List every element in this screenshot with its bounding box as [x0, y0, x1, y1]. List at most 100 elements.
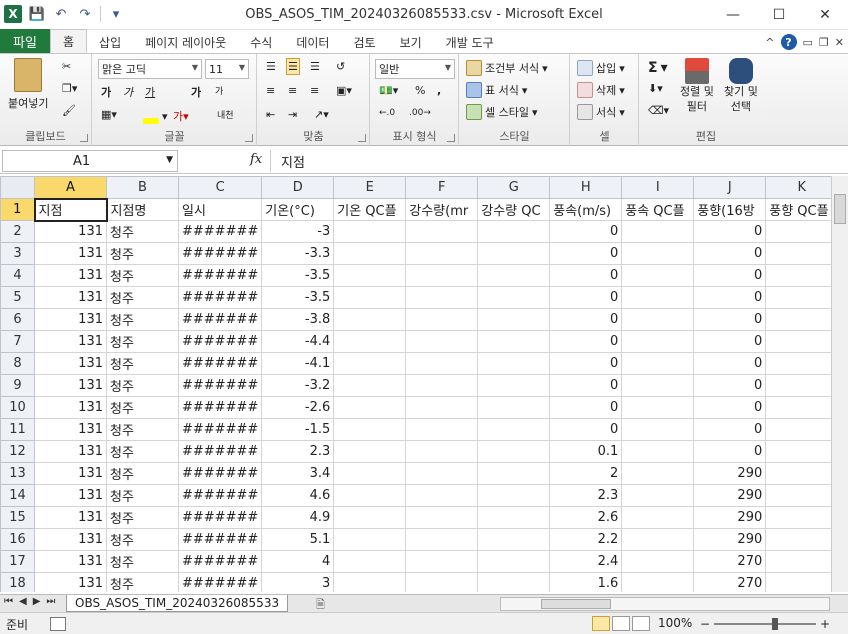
- border-icon[interactable]: ▦▾: [101, 108, 117, 121]
- format-cells-button[interactable]: 서식 ▾: [577, 104, 625, 120]
- cell[interactable]: #######: [177, 484, 263, 507]
- cell[interactable]: [405, 572, 479, 592]
- row-header[interactable]: 12: [0, 440, 35, 463]
- column-header[interactable]: J: [693, 176, 767, 199]
- currency-icon[interactable]: 💵▾: [379, 84, 398, 97]
- cell[interactable]: 131: [34, 264, 107, 287]
- cell[interactable]: [405, 330, 479, 353]
- number-format-select[interactable]: 일반 ▼: [375, 59, 455, 79]
- chevron-down-icon[interactable]: ▼: [166, 155, 173, 165]
- cell[interactable]: [621, 484, 695, 507]
- cell[interactable]: #######: [177, 242, 263, 265]
- column-header[interactable]: G: [477, 176, 551, 199]
- italic-button[interactable]: 가: [123, 84, 133, 100]
- number-launcher-icon[interactable]: [447, 134, 455, 142]
- font-size-select[interactable]: 11 ▼: [205, 59, 249, 79]
- row-header[interactable]: 14: [0, 484, 35, 507]
- cell[interactable]: 131: [34, 352, 107, 375]
- cell[interactable]: [765, 220, 839, 243]
- cell[interactable]: [477, 528, 551, 551]
- row-header[interactable]: 8: [0, 352, 35, 375]
- macro-record-icon[interactable]: [50, 617, 66, 631]
- cell[interactable]: [405, 396, 479, 419]
- cell[interactable]: 4.6: [261, 484, 335, 507]
- cell[interactable]: -2.6: [261, 396, 335, 419]
- row-header[interactable]: 6: [0, 308, 35, 331]
- cell[interactable]: -3.3: [261, 242, 335, 265]
- cell[interactable]: [333, 418, 407, 441]
- cell[interactable]: 청주: [106, 572, 179, 592]
- page-break-view-button[interactable]: [632, 616, 650, 631]
- cell[interactable]: [477, 352, 551, 375]
- cell[interactable]: 0: [549, 242, 623, 265]
- column-header[interactable]: E: [333, 176, 407, 199]
- cell[interactable]: [477, 330, 551, 353]
- cell[interactable]: [765, 396, 839, 419]
- cell[interactable]: 청주: [106, 242, 179, 265]
- cell[interactable]: 270: [693, 572, 767, 592]
- cell[interactable]: [765, 286, 839, 309]
- align-left-icon[interactable]: ≡: [266, 84, 275, 97]
- cell[interactable]: 청주: [106, 264, 179, 287]
- cell[interactable]: [477, 242, 551, 265]
- row-header[interactable]: 11: [0, 418, 35, 441]
- cell[interactable]: 기온(°C): [261, 198, 335, 221]
- phonetic-button[interactable]: 내천: [217, 108, 234, 121]
- cell[interactable]: [621, 440, 695, 463]
- cell[interactable]: #######: [177, 550, 263, 573]
- row-header[interactable]: 10: [0, 396, 35, 419]
- cell[interactable]: [765, 484, 839, 507]
- tab-insert[interactable]: 삽입: [87, 31, 133, 53]
- cell[interactable]: 2: [549, 462, 623, 485]
- cell[interactable]: 청주: [106, 286, 179, 309]
- cell[interactable]: 0: [693, 396, 767, 419]
- align-right-icon[interactable]: ≡: [310, 84, 319, 97]
- cell[interactable]: [477, 220, 551, 243]
- row-header[interactable]: 2: [0, 220, 35, 243]
- cell[interactable]: [477, 484, 551, 507]
- cell[interactable]: 290: [693, 528, 767, 551]
- column-header[interactable]: A: [34, 176, 107, 199]
- row-header[interactable]: 15: [0, 506, 35, 529]
- cell[interactable]: [405, 484, 479, 507]
- first-sheet-icon[interactable]: ⏮: [4, 596, 13, 607]
- cut-icon[interactable]: ✂: [62, 60, 71, 73]
- zoom-in-button[interactable]: +: [820, 617, 830, 631]
- underline-button[interactable]: 가: [145, 84, 155, 100]
- cell[interactable]: [765, 330, 839, 353]
- cell[interactable]: [765, 242, 839, 265]
- row-header[interactable]: 18: [0, 572, 35, 592]
- cell[interactable]: 131: [34, 484, 107, 507]
- sort-filter-button[interactable]: 정렬 및 필터: [680, 58, 714, 114]
- cell[interactable]: [333, 374, 407, 397]
- cell[interactable]: [621, 374, 695, 397]
- cell[interactable]: #######: [177, 528, 263, 551]
- cell[interactable]: 청주: [106, 440, 179, 463]
- cell[interactable]: 0: [549, 374, 623, 397]
- tab-view[interactable]: 보기: [388, 31, 434, 53]
- cell[interactable]: [765, 528, 839, 551]
- row-header[interactable]: 17: [0, 550, 35, 573]
- cell[interactable]: [765, 264, 839, 287]
- column-header[interactable]: F: [405, 176, 479, 199]
- row-header[interactable]: 9: [0, 374, 35, 397]
- orientation-icon[interactable]: ↗▾: [314, 108, 329, 121]
- tab-data[interactable]: 데이터: [284, 31, 341, 53]
- tab-developer[interactable]: 개발 도구: [434, 31, 506, 53]
- clipboard-launcher-icon[interactable]: [80, 134, 88, 142]
- increase-indent-icon[interactable]: ⇥: [288, 108, 297, 121]
- zoom-level[interactable]: 100%: [658, 616, 692, 630]
- cell[interactable]: [333, 484, 407, 507]
- row-header[interactable]: 1: [0, 198, 35, 221]
- cell[interactable]: 0: [693, 418, 767, 441]
- cell[interactable]: 청주: [106, 550, 179, 573]
- comma-button[interactable]: ,: [437, 84, 441, 97]
- cell[interactable]: 청주: [106, 528, 179, 551]
- cell[interactable]: 지점명: [106, 198, 179, 221]
- cell[interactable]: -3.5: [261, 286, 335, 309]
- row-header[interactable]: 7: [0, 330, 35, 353]
- select-all-corner[interactable]: [0, 176, 35, 199]
- cell[interactable]: [333, 308, 407, 331]
- cell[interactable]: 지점: [33, 197, 108, 222]
- cell[interactable]: -4.1: [261, 352, 335, 375]
